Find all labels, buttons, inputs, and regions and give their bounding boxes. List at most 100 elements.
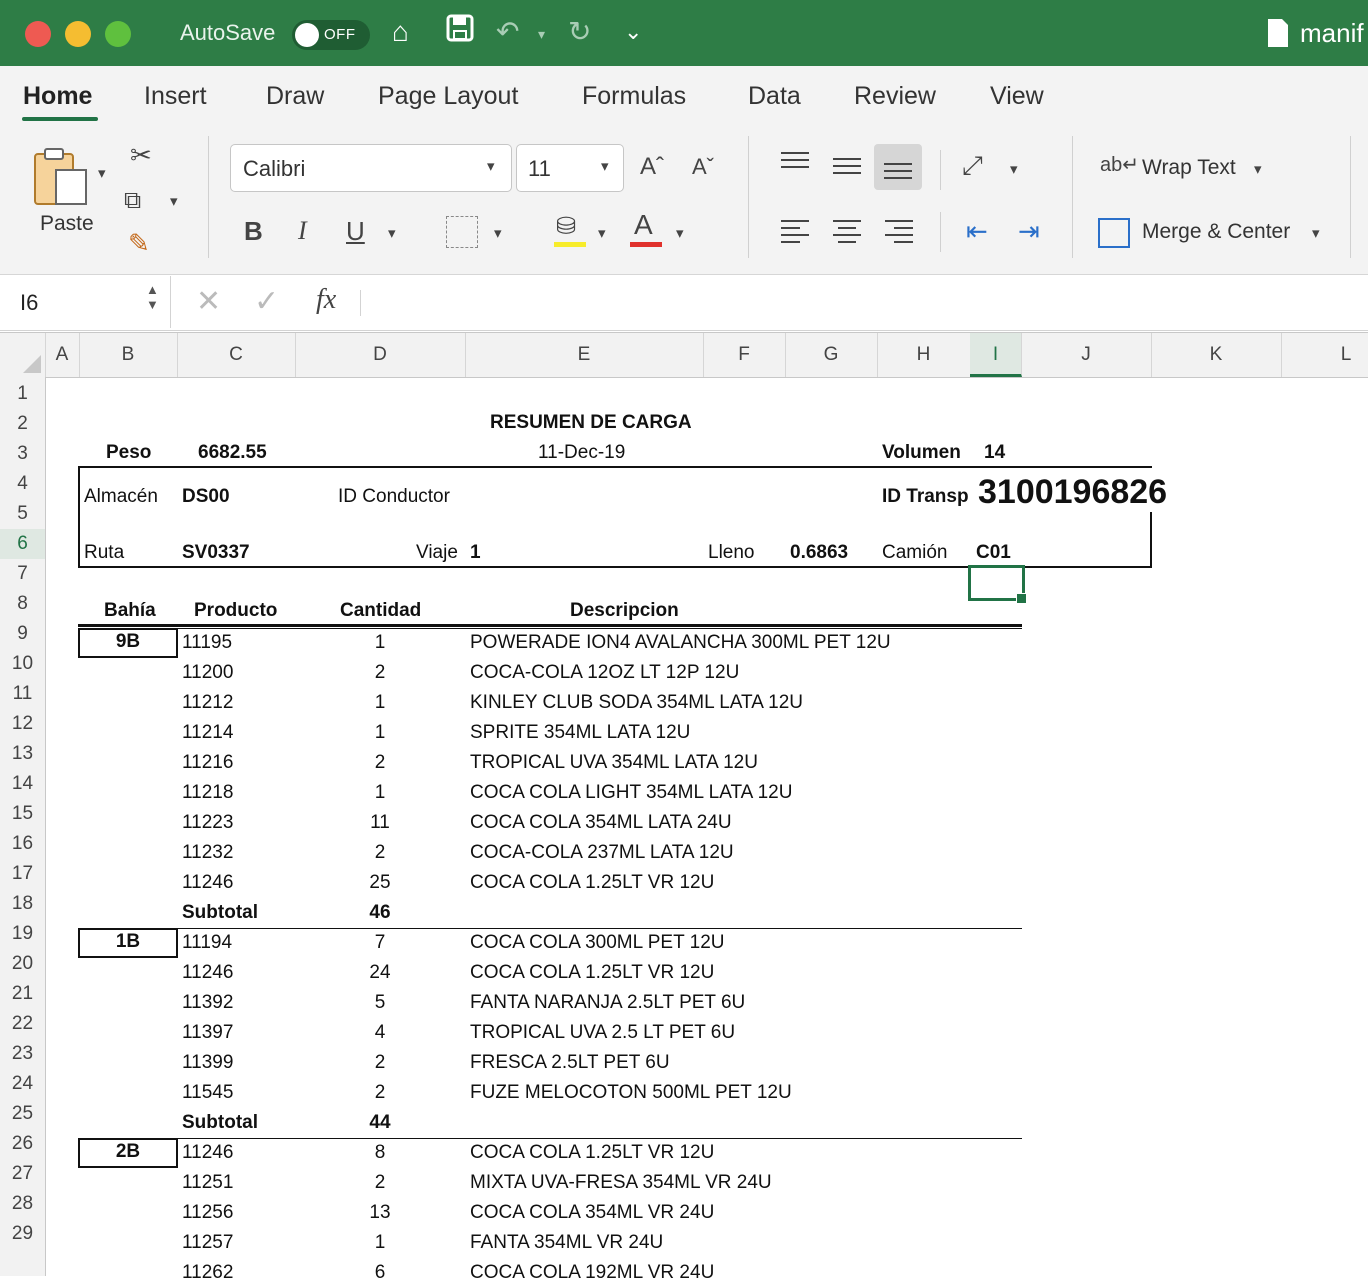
tab-page-layout[interactable]: Page Layout bbox=[378, 82, 518, 111]
paste-icon[interactable] bbox=[32, 146, 92, 213]
column-header-c[interactable]: C bbox=[177, 333, 296, 377]
row-header-5[interactable]: 5 bbox=[0, 499, 45, 529]
column-header-d[interactable]: D bbox=[295, 333, 466, 377]
row-header-14[interactable]: 14 bbox=[0, 769, 45, 799]
row-header-4[interactable]: 4 bbox=[0, 469, 45, 499]
align-center-icon[interactable] bbox=[832, 218, 862, 251]
row-header-18[interactable]: 18 bbox=[0, 889, 45, 919]
home-icon[interactable]: ⌂ bbox=[392, 14, 409, 50]
row-header-11[interactable]: 11 bbox=[0, 679, 45, 709]
fill-color-dropdown-icon[interactable]: ▾ bbox=[598, 224, 606, 242]
minimize-window-button[interactable] bbox=[65, 21, 91, 47]
row-header-8[interactable]: 8 bbox=[0, 589, 45, 619]
align-middle-icon[interactable] bbox=[832, 156, 862, 185]
close-window-button[interactable] bbox=[25, 21, 51, 47]
bold-button[interactable]: B bbox=[244, 216, 263, 246]
column-header-j[interactable]: J bbox=[1021, 333, 1152, 377]
row-header-16[interactable]: 16 bbox=[0, 829, 45, 859]
name-box-stepper-icon[interactable]: ▲ ▼ bbox=[146, 282, 159, 312]
cut-icon[interactable]: ✂ bbox=[130, 140, 152, 170]
fill-handle[interactable] bbox=[1016, 593, 1027, 604]
paste-dropdown-icon[interactable]: ▾ bbox=[98, 164, 106, 182]
column-header-f[interactable]: F bbox=[703, 333, 786, 377]
fill-color-icon[interactable]: ⛁ bbox=[556, 212, 576, 242]
format-painter-icon[interactable]: ✎ bbox=[128, 228, 150, 258]
merge-center-button[interactable]: Merge & Center bbox=[1142, 220, 1290, 244]
tab-view[interactable]: View bbox=[990, 82, 1044, 111]
name-box[interactable]: I6 ▲ ▼ bbox=[0, 276, 171, 328]
tab-insert[interactable]: Insert bbox=[144, 82, 207, 111]
tab-formulas[interactable]: Formulas bbox=[582, 82, 686, 111]
row-header-19[interactable]: 19 bbox=[0, 919, 45, 949]
merge-center-icon[interactable] bbox=[1098, 218, 1130, 248]
tab-review[interactable]: Review bbox=[854, 82, 936, 111]
wrap-text-icon[interactable]: ab↵ bbox=[1100, 150, 1139, 180]
row-header-26[interactable]: 26 bbox=[0, 1129, 45, 1159]
undo-icon[interactable]: ↶ bbox=[496, 14, 519, 50]
row-header-3[interactable]: 3 bbox=[0, 439, 45, 469]
cancel-formula-icon[interactable]: ✕ bbox=[196, 284, 221, 319]
column-header-h[interactable]: H bbox=[877, 333, 971, 377]
column-header-l[interactable]: L bbox=[1281, 333, 1368, 377]
customize-toolbar-icon[interactable]: ⌄ bbox=[624, 14, 642, 50]
row-header-28[interactable]: 28 bbox=[0, 1189, 45, 1219]
row-header-24[interactable]: 24 bbox=[0, 1069, 45, 1099]
underline-dropdown-icon[interactable]: ▾ bbox=[388, 224, 396, 242]
row-header-2[interactable]: 2 bbox=[0, 409, 45, 439]
column-header-e[interactable]: E bbox=[465, 333, 704, 377]
row-header-22[interactable]: 22 bbox=[0, 1009, 45, 1039]
orientation-icon[interactable]: ⤢ bbox=[962, 150, 983, 180]
wrap-text-button[interactable]: Wrap Text bbox=[1142, 156, 1236, 180]
copy-dropdown-icon[interactable]: ▾ bbox=[170, 192, 178, 210]
row-header-25[interactable]: 25 bbox=[0, 1099, 45, 1129]
row-header-12[interactable]: 12 bbox=[0, 709, 45, 739]
column-header-b[interactable]: B bbox=[79, 333, 178, 377]
undo-dropdown-icon[interactable]: ▾ bbox=[538, 26, 545, 43]
row-header-1[interactable]: 1 bbox=[0, 379, 45, 409]
borders-dropdown-icon[interactable]: ▾ bbox=[494, 224, 502, 242]
row-header-21[interactable]: 21 bbox=[0, 979, 45, 1009]
tab-data[interactable]: Data bbox=[748, 82, 801, 111]
column-header-k[interactable]: K bbox=[1151, 333, 1282, 377]
formula-input[interactable] bbox=[370, 278, 1360, 326]
decrease-indent-icon[interactable]: ⇤ bbox=[966, 216, 988, 246]
row-header-23[interactable]: 23 bbox=[0, 1039, 45, 1069]
autosave-toggle[interactable]: OFF bbox=[292, 20, 370, 50]
underline-button[interactable]: U bbox=[346, 216, 365, 246]
wrap-text-dropdown-icon[interactable]: ▾ bbox=[1254, 160, 1262, 178]
tab-draw[interactable]: Draw bbox=[266, 82, 324, 111]
italic-button[interactable]: I bbox=[298, 216, 307, 246]
column-header-g[interactable]: G bbox=[785, 333, 878, 377]
merge-center-dropdown-icon[interactable]: ▾ bbox=[1312, 224, 1320, 242]
align-top-icon[interactable] bbox=[780, 150, 810, 179]
row-header-6[interactable]: 6 bbox=[0, 529, 45, 559]
insert-function-icon[interactable]: fx bbox=[316, 284, 336, 316]
row-header-10[interactable]: 10 bbox=[0, 649, 45, 679]
save-icon[interactable] bbox=[446, 14, 474, 51]
align-right-icon[interactable] bbox=[884, 218, 914, 251]
row-header-15[interactable]: 15 bbox=[0, 799, 45, 829]
row-header-13[interactable]: 13 bbox=[0, 739, 45, 769]
redo-icon[interactable]: ↻ bbox=[568, 14, 591, 50]
zoom-window-button[interactable] bbox=[105, 21, 131, 47]
increase-font-icon[interactable]: Aˆ bbox=[640, 152, 664, 182]
enter-formula-icon[interactable]: ✓ bbox=[254, 284, 279, 319]
font-size-dropdown[interactable]: 11 ▾ bbox=[516, 144, 624, 192]
row-header-20[interactable]: 20 bbox=[0, 949, 45, 979]
copy-icon[interactable]: ⧉ bbox=[124, 186, 141, 216]
increase-indent-icon[interactable]: ⇥ bbox=[1018, 216, 1040, 246]
font-color-dropdown-icon[interactable]: ▾ bbox=[676, 224, 684, 242]
tab-home[interactable]: Home bbox=[23, 82, 92, 111]
row-header-9[interactable]: 9 bbox=[0, 619, 45, 649]
row-header-27[interactable]: 27 bbox=[0, 1159, 45, 1189]
row-header-29[interactable]: 29 bbox=[0, 1219, 45, 1249]
font-color-icon[interactable]: A bbox=[634, 210, 653, 240]
decrease-font-icon[interactable]: Aˇ bbox=[692, 152, 714, 182]
row-header-7[interactable]: 7 bbox=[0, 559, 45, 589]
align-left-icon[interactable] bbox=[780, 218, 810, 251]
borders-icon[interactable] bbox=[446, 216, 478, 248]
select-all-button[interactable] bbox=[0, 333, 46, 377]
orientation-dropdown-icon[interactable]: ▾ bbox=[1010, 160, 1018, 178]
row-header-17[interactable]: 17 bbox=[0, 859, 45, 889]
font-name-dropdown[interactable]: Calibri ▾ bbox=[230, 144, 512, 192]
